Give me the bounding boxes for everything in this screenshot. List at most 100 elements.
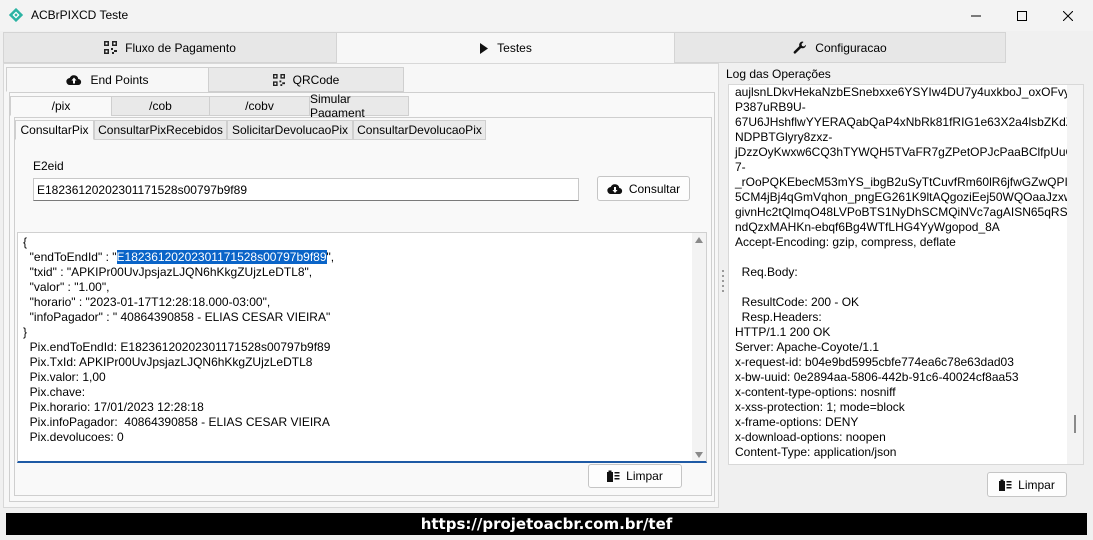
tab-label: Fluxo de Pagamento [125, 40, 236, 55]
tab-label: QRCode [292, 72, 340, 87]
scroll-up-icon[interactable] [695, 237, 703, 243]
app-logo-icon [9, 8, 23, 22]
tab-consultar-pix-recebidos[interactable]: ConsultarPixRecebidos [94, 120, 227, 140]
tab-label: End Points [90, 72, 149, 87]
result-line: Pix.infoPagador: 40864390858 - ELIAS CES… [23, 415, 330, 429]
tab-testes[interactable]: Testes [336, 32, 675, 64]
main-tab-bar: Fluxo de Pagamento Testes Configuracao [3, 32, 1090, 64]
e2eid-label: E2eid [33, 159, 64, 173]
log-line: P387uRB9U- [735, 100, 806, 114]
log-line: _rOoPQKEbecM53mYS_ibgB2uSyTtCuvfRm60lR6j… [735, 175, 1077, 189]
tab-label: Testes [497, 41, 532, 55]
log-line: 67U6JHshflwYYERAQabQaP4xNbRk81fRIG1e63X2… [735, 115, 1084, 129]
limpar-log-button[interactable]: Limpar [987, 472, 1067, 497]
tab-cob[interactable]: /cob [111, 96, 210, 116]
limpar-result-button[interactable]: Limpar [588, 464, 682, 488]
log-scrollbar[interactable] [1067, 85, 1083, 464]
result-text: { "endToEndId" : "E18236120202301171528s… [23, 235, 334, 445]
tab-label: ConsultarPix [20, 123, 89, 137]
log-line: jDzzOyKwxw6CQ3hTYWQH5TVaFR7gZPetOPJcPaaB… [735, 145, 1084, 159]
log-line: givnHc2tQlmqO48LVPoBTS1NyDhSCMQiNVc7agAI… [735, 205, 1082, 219]
result-line: Pix.devolucoes: 0 [23, 430, 124, 444]
cloud-download-icon [607, 183, 622, 194]
tab-label: Configuracao [815, 40, 887, 55]
tab-qrcode[interactable]: QRCode [208, 67, 404, 92]
minimize-icon [971, 15, 981, 16]
log-line: x-download-options: noopen [735, 430, 886, 444]
button-label: Consultar [628, 181, 681, 196]
tab-label: /cobv [245, 99, 274, 113]
button-label: Limpar [626, 469, 663, 483]
log-line: ResultCode: 200 - OK [735, 295, 860, 309]
tab-cobv[interactable]: /cobv [209, 96, 310, 116]
selected-text: E18236120202301171528s00797b9f89 [116, 250, 327, 264]
tab-consultar-devolucao-pix[interactable]: ConsultarDevolucaoPix [353, 120, 486, 140]
result-line: "endToEndId" : "E18236120202301171528s00… [23, 250, 334, 265]
log-line: Content-Type: application/json [735, 445, 897, 459]
tab-solicitar-devolucao-pix[interactable]: SolicitarDevolucaoPix [227, 120, 353, 140]
log-line: 7- [735, 160, 746, 174]
result-line: "horario" : "2023-01-17T12:28:18.000-03:… [23, 295, 271, 309]
e2eid-input[interactable]: E18236120202301171528s00797b9f89 [33, 178, 579, 201]
log-text: aujlsnLDkvHekaNzbESnebxxe6YSYIw4DU7y4uxk… [735, 85, 1084, 460]
tab-label: /pix [51, 99, 71, 113]
log-line: x-frame-options: DENY [735, 415, 859, 429]
log-line: x-bw-uuid: 0e2894aa-5806-442b-91c6-40024… [735, 370, 1019, 384]
log-line: aujlsnLDkvHekaNzbESnebxxe6YSYIw4DU7y4uxk… [735, 85, 1076, 99]
maximize-icon [1017, 10, 1027, 21]
footer-link[interactable]: https://projetoacbr.com.br/tef [6, 513, 1087, 535]
scroll-thumb[interactable] [1074, 415, 1076, 433]
log-title: Log das Operações [726, 67, 831, 81]
result-memo[interactable]: { "endToEndId" : "E18236120202301171528s… [17, 232, 707, 463]
result-line: } [23, 325, 28, 339]
result-line: { [23, 235, 28, 249]
maximize-button[interactable] [999, 0, 1045, 31]
tab-fluxo-de-pagamento[interactable]: Fluxo de Pagamento [3, 32, 337, 63]
close-icon [1063, 10, 1073, 21]
log-line: ndQzxMAHKn-ebqf6Bg4WTfLHG4YyWgopod_8A [735, 220, 1000, 234]
minimize-button[interactable] [953, 0, 999, 31]
tab-configuracao[interactable]: Configuracao [674, 32, 1006, 63]
cloud-upload-icon [66, 74, 82, 85]
tab-consultar-pix[interactable]: ConsultarPix [15, 120, 94, 140]
result-line: Pix.endToEndId: E18236120202301171528s00… [23, 340, 331, 354]
splitter-handle[interactable] [721, 270, 725, 300]
log-line: NDPBTGlyry8zxz- [735, 130, 833, 144]
result-text-segment: "endToEndId" : " [23, 250, 117, 264]
close-button[interactable] [1045, 0, 1091, 31]
tab-simular-pagamento[interactable]: Simular Pagament [309, 92, 409, 120]
log-line: Server: Apache-Coyote/1.1 [735, 340, 880, 354]
result-line: "valor" : "1.00", [23, 280, 110, 294]
consultar-button[interactable]: Consultar [597, 176, 690, 201]
log-line: x-xss-protection: 1; mode=block [735, 400, 905, 414]
tab-pix[interactable]: /pix [10, 96, 112, 116]
log-line: HTTP/1.1 200 OK [735, 325, 831, 339]
log-line: Req.Body: [735, 265, 798, 279]
title-bar [0, 0, 1093, 31]
result-line: Pix.valor: 1,00 [23, 370, 106, 384]
tab-label: SolicitarDevolucaoPix [231, 123, 349, 137]
log-line: Accept-Encoding: gzip, compress, deflate [735, 235, 956, 249]
result-line: "txid" : "APKIPr00UvJpsjazLJQN6hKkgZUjzL… [23, 265, 313, 279]
qrcode-icon [272, 73, 285, 86]
wrench-icon [793, 41, 807, 54]
button-label: Limpar [1018, 477, 1055, 492]
play-icon [480, 42, 489, 54]
result-line: "infoPagador" : " 40864390858 - ELIAS CE… [23, 310, 331, 324]
log-memo[interactable]: aujlsnLDkvHekaNzbESnebxxe6YSYIw4DU7y4uxk… [728, 84, 1084, 465]
result-line: Pix.horario: 17/01/2023 12:28:18 [23, 400, 204, 414]
eraser-icon [999, 479, 1012, 491]
tab-label: ConsultarPixRecebidos [98, 123, 223, 137]
tab-end-points[interactable]: End Points [6, 67, 209, 92]
log-line: 5CM4jBj4qGmVqhon_pngEG261K9ltAQgoziEej50… [735, 190, 1076, 204]
eraser-icon [607, 470, 620, 482]
result-line: Pix.TxId: APKIPr00UvJpsjazLJQN6hKkgZUjzL… [23, 355, 313, 369]
result-scrollbar[interactable] [692, 233, 706, 461]
tab-label: Simular Pagament [310, 92, 365, 120]
tab-label: /cob [149, 99, 172, 113]
window-title: ACBrPIXCD Teste [31, 8, 129, 22]
scroll-down-icon[interactable] [695, 452, 703, 458]
qrcode-icon [104, 41, 118, 54]
